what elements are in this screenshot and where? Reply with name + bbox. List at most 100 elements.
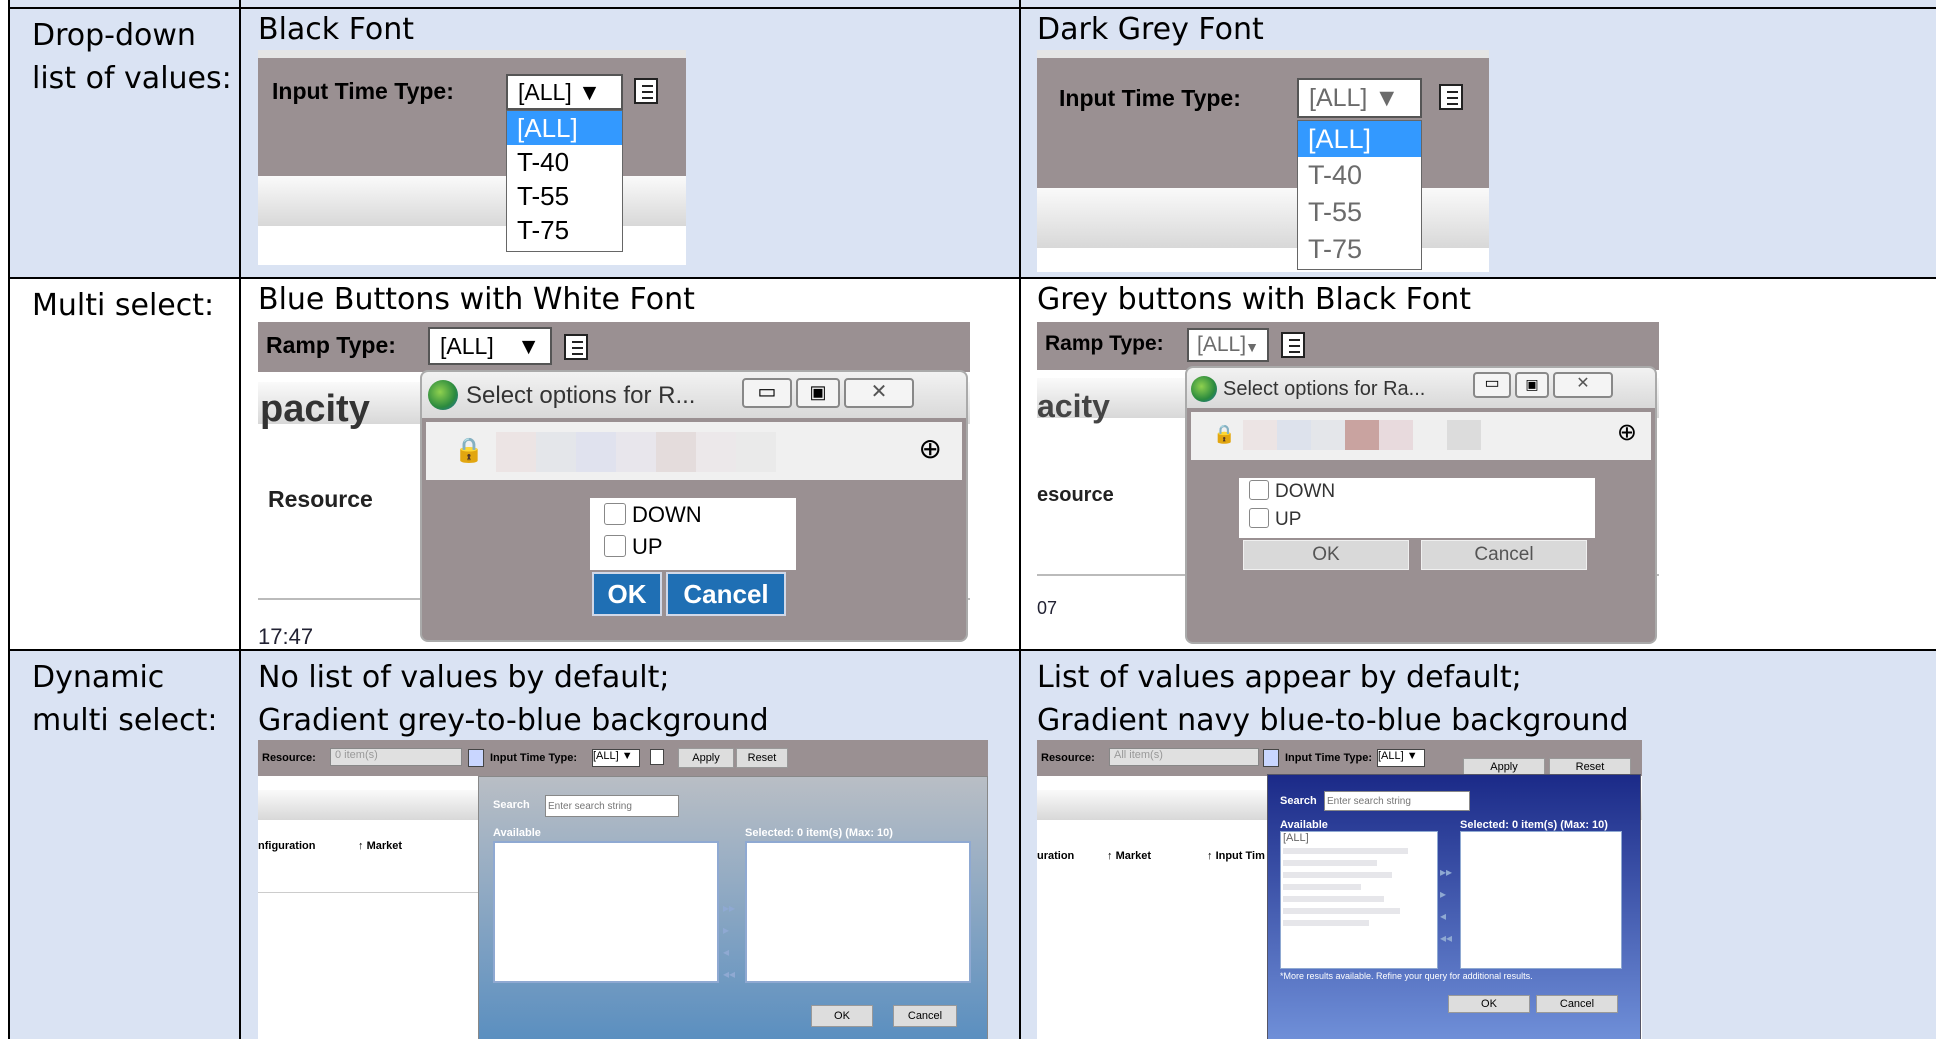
list-icon[interactable] <box>1281 332 1305 358</box>
maximize-icon[interactable]: ▣ <box>796 378 840 408</box>
dropdown-option[interactable]: T-55 <box>1298 194 1421 231</box>
cancel-button[interactable]: Cancel <box>666 572 786 616</box>
option-down[interactable]: DOWN <box>590 498 796 532</box>
list-icon[interactable] <box>1439 84 1463 110</box>
column-header: uration <box>1037 850 1075 862</box>
available-label: Available <box>493 827 541 839</box>
column-header-label: Input Tim <box>1215 850 1265 862</box>
row-label-line: list of values: <box>32 61 232 96</box>
search-label: Search <box>1280 795 1317 807</box>
list-icon[interactable] <box>1263 749 1279 767</box>
background-text: Resource <box>268 486 373 512</box>
zoom-icon[interactable]: ⊕ <box>919 432 942 465</box>
transfer-arrows-icon[interactable]: ▸▸ ▸ ◂ ◂◂ <box>723 897 735 985</box>
cancel-button[interactable]: Cancel <box>893 1005 957 1027</box>
available-list[interactable] <box>493 841 719 983</box>
option-up[interactable]: UP <box>590 532 796 562</box>
list-icon[interactable] <box>564 334 588 360</box>
ok-button[interactable]: OK <box>811 1005 873 1027</box>
background-text: 17:47 <box>258 624 314 648</box>
row-label-dropdown: Drop-down list of values: <box>10 8 239 100</box>
list-icon[interactable] <box>634 78 658 104</box>
dropdown-option[interactable]: T-40 <box>507 145 622 179</box>
resource-label: Resource: <box>1041 752 1095 764</box>
cancel-button[interactable]: Cancel <box>1536 995 1618 1013</box>
column-header: ↑ Input Tim <box>1207 850 1265 862</box>
apply-button[interactable]: Apply <box>678 748 734 768</box>
heading-grey-buttons: Grey buttons with Black Font <box>1037 282 1471 317</box>
address-bar: 🔒 ⊕ <box>426 422 962 480</box>
dropdown-option[interactable]: [ALL] <box>1298 121 1421 157</box>
ok-button[interactable]: OK <box>1448 995 1530 1013</box>
list-icon[interactable] <box>650 749 664 765</box>
search-input[interactable] <box>1324 791 1470 811</box>
minimize-icon[interactable]: ▭ <box>742 378 792 408</box>
background-text: pacity <box>260 388 370 430</box>
close-icon[interactable]: ✕ <box>1553 372 1613 398</box>
option-label: DOWN <box>632 502 702 527</box>
heading-line: Gradient navy blue-to-blue background <box>1037 703 1629 738</box>
dropdown-list: [ALL] T-40 T-55 T-75 <box>1297 120 1422 270</box>
row-label-line: multi select: <box>32 703 218 738</box>
list-item[interactable]: [ALL] <box>1281 832 1437 844</box>
checkbox[interactable] <box>1249 508 1269 528</box>
transfer-arrows-icon[interactable]: ▸▸ ▸ ◂ ◂◂ <box>1440 861 1452 949</box>
resource-input[interactable]: All item(s) <box>1109 748 1259 766</box>
lock-icon: 🔒 <box>454 437 484 464</box>
input-time-select[interactable]: [ALL] ▼ <box>592 749 640 767</box>
field-label: Ramp Type: <box>1045 332 1164 355</box>
checkbox[interactable] <box>604 535 626 557</box>
blurred-url <box>1243 420 1481 455</box>
row-label-line: Multi select: <box>32 288 215 323</box>
multiselect-screenshot-blue: Ramp Type: [ALL] ▼ pacity Resource 17:47 … <box>258 322 970 648</box>
checkbox[interactable] <box>604 503 626 525</box>
ok-button[interactable]: OK <box>592 572 662 616</box>
heading-line: Gradient grey-to-blue background <box>258 703 769 738</box>
column-header-label: Market <box>1115 850 1152 862</box>
option-label: UP <box>1275 509 1302 530</box>
dropdown-option[interactable]: T-40 <box>1298 157 1421 194</box>
row-label-line: Dynamic <box>32 660 165 695</box>
maximize-icon[interactable]: ▣ <box>1515 372 1549 398</box>
ok-button[interactable]: OK <box>1243 540 1409 570</box>
app-logo-icon <box>428 380 458 410</box>
selected-list[interactable] <box>1460 831 1622 969</box>
reset-button[interactable]: Reset <box>736 748 788 768</box>
heading-dark-grey-font: Dark Grey Font <box>1037 12 1264 47</box>
list-icon[interactable] <box>468 749 484 767</box>
resource-input[interactable]: 0 item(s) <box>330 748 462 766</box>
option-up[interactable]: UP <box>1239 506 1595 534</box>
search-input[interactable] <box>545 795 679 817</box>
field-label: Ramp Type: <box>266 332 396 358</box>
search-label: Search <box>493 799 530 811</box>
select-options-dialog: Select options for Ra... ▭ ▣ ✕ 🔒 ⊕ DOWN … <box>1185 366 1657 644</box>
app-logo-icon <box>1191 376 1217 402</box>
cancel-button[interactable]: Cancel <box>1421 540 1587 570</box>
selected-label: Selected: 0 item(s) (Max: 10) <box>745 827 893 839</box>
dropdown-option[interactable]: T-75 <box>1298 231 1421 268</box>
zoom-icon[interactable]: ⊕ <box>1617 418 1637 447</box>
select-options-dialog: Select options for R... ▭ ▣ ✕ 🔒 ⊕ DOWN U… <box>420 370 968 642</box>
column-header: ↑ Market <box>358 840 403 852</box>
more-results-note: *More results available. Refine your que… <box>1280 971 1533 981</box>
input-time-select[interactable]: [ALL] ▼ <box>1377 749 1425 767</box>
dropdown-option[interactable]: T-75 <box>507 213 622 247</box>
option-down[interactable]: DOWN <box>1239 478 1595 506</box>
dropdown-option[interactable]: [ALL] <box>507 111 622 145</box>
dynamic-screenshot-grey-blue: Resource: 0 item(s) Input Time Type: [AL… <box>258 740 988 1039</box>
available-list[interactable]: [ALL] <box>1280 831 1438 969</box>
time-type-select[interactable]: [ALL] ▼ <box>506 74 623 110</box>
close-icon[interactable]: ✕ <box>844 378 914 408</box>
minimize-icon[interactable]: ▭ <box>1473 372 1511 398</box>
ramp-type-select[interactable]: [ALL] ▼ <box>1187 328 1269 362</box>
heading-black-font: Black Font <box>258 12 415 47</box>
checkbox[interactable] <box>1249 480 1269 500</box>
address-bar: 🔒 ⊕ <box>1191 412 1651 460</box>
dropdown-option[interactable]: T-55 <box>507 179 622 213</box>
selected-list[interactable] <box>745 841 971 983</box>
lock-icon: 🔒 <box>1213 424 1236 444</box>
time-type-select[interactable]: [ALL] ▼ <box>1297 78 1422 118</box>
background-text: acity <box>1037 388 1110 424</box>
ramp-type-select[interactable]: [ALL] ▼ <box>428 327 552 365</box>
dynamic-select-dialog: Search Available ▸▸▸◂◂◂ Selected: 0 item… <box>478 776 988 1039</box>
